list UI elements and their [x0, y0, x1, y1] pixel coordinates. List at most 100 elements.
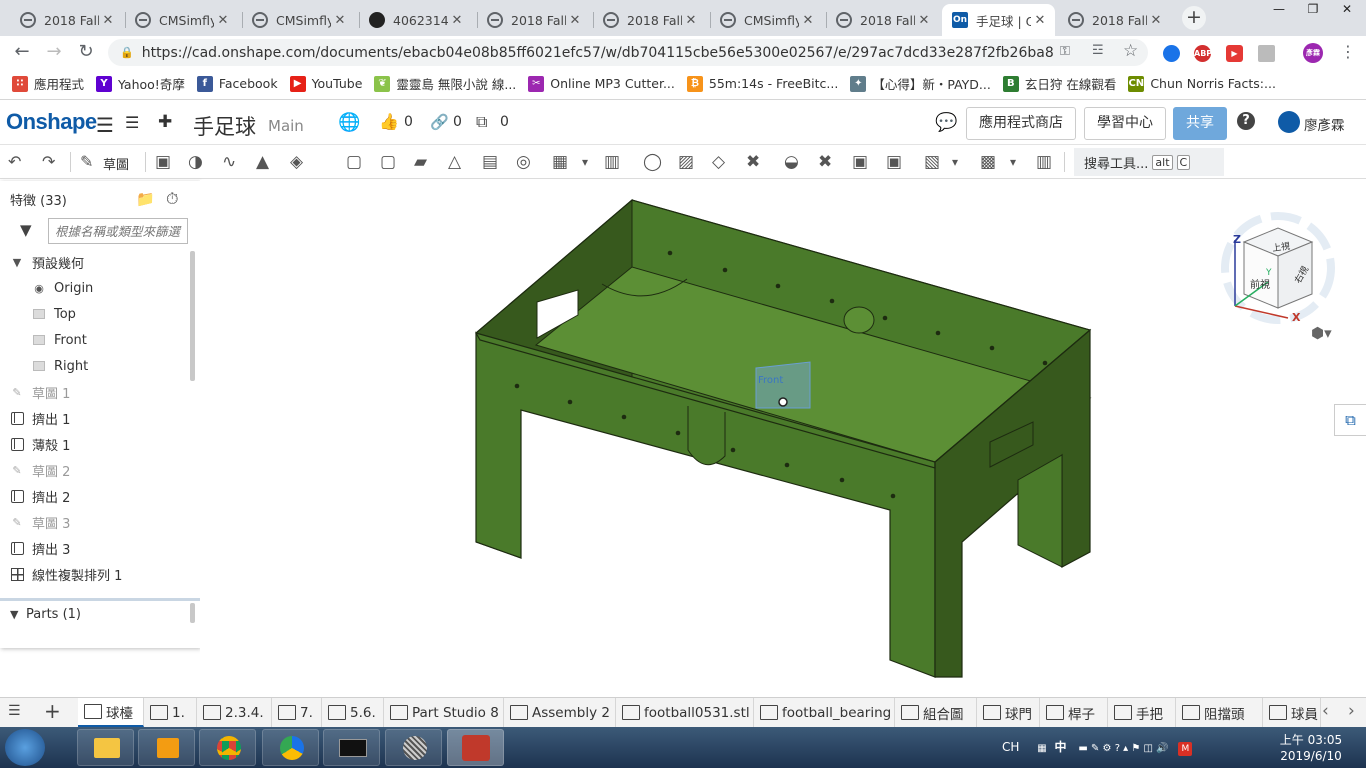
bookmark-item[interactable]: CN Chun Norris Facts:... [1128, 75, 1276, 92]
hamburger-menu-icon[interactable]: ☰ [96, 113, 114, 137]
element-tab[interactable]: 7. [272, 698, 322, 727]
ime-mode[interactable]: 中 [1055, 740, 1067, 754]
view-options-icon[interactable]: ⬢▾ [1311, 324, 1332, 344]
chamfer-tool-icon[interactable]: ▢ [380, 152, 400, 172]
learning-center-button[interactable]: 學習中心 [1084, 107, 1166, 140]
command-prompt-icon[interactable] [323, 729, 380, 766]
browser-tab[interactable]: 2018 Fall ✕ [477, 4, 590, 36]
scroll-right-icon[interactable]: › [1348, 701, 1355, 721]
feature-filter-input[interactable] [48, 218, 188, 244]
user-avatar[interactable] [1278, 111, 1300, 133]
like-icon[interactable]: 👍 [379, 112, 399, 131]
fillet-tool-icon[interactable]: ▢ [346, 152, 366, 172]
close-tab-icon[interactable]: ✕ [1031, 13, 1049, 28]
media-player-icon[interactable] [138, 729, 195, 766]
translate-icon[interactable]: ☲ [1092, 43, 1104, 58]
user-name[interactable]: 廖彥霖 [1304, 114, 1345, 134]
boolean-tool-icon[interactable]: ◯ [643, 152, 663, 172]
default-geometry-group[interactable]: ▼ 預設幾何 [0, 249, 190, 275]
appearance-panel-icon[interactable]: ⧉ [1334, 404, 1366, 436]
bookmark-item[interactable]: B 玄日狩 在線觀看 [1002, 74, 1116, 93]
file-explorer-icon[interactable] [77, 729, 134, 766]
element-tab[interactable]: 手把 [1108, 698, 1176, 727]
element-tab[interactable]: 2.3.4. [197, 698, 272, 727]
chrome-icon[interactable] [199, 729, 256, 766]
chevron-down-icon[interactable]: ▼ [10, 608, 18, 621]
feature-tree-item[interactable]: 擠出 2 [0, 483, 190, 509]
bookmark-item[interactable]: Y Yahoo!奇摩 [96, 74, 185, 93]
shell-tool-icon[interactable]: ▤ [482, 152, 502, 172]
rib-tool-icon[interactable]: △ [448, 152, 468, 172]
close-tab-icon[interactable]: ✕ [331, 13, 349, 28]
element-tab[interactable]: 球檯 [78, 698, 144, 727]
insert-icon[interactable]: ✚ [158, 112, 172, 132]
element-tab[interactable]: 球門 [977, 698, 1040, 727]
close-tab-icon[interactable]: ✕ [448, 13, 466, 28]
browser-tab[interactable]: 2018 Fall ✕ [1058, 4, 1171, 36]
feature-tree-item[interactable]: 薄殼 1 [0, 431, 190, 457]
element-tab[interactable]: Assembly 2 [504, 698, 616, 727]
close-tab-icon[interactable]: ✕ [682, 13, 700, 28]
bookmark-star-icon[interactable]: ☆ [1123, 41, 1138, 61]
revolve-tool-icon[interactable]: ◑ [188, 152, 208, 172]
frame-tool-icon[interactable]: ▥ [1036, 152, 1056, 172]
rollback-timer-icon[interactable]: ⏱ [166, 189, 178, 209]
document-title[interactable]: 手足球 [193, 111, 256, 141]
transform-tool-icon[interactable]: ◇ [712, 152, 732, 172]
redo-icon[interactable]: ↷ [42, 152, 62, 172]
language-indicator[interactable]: CH ▦ 中 ▬ ✎ ⚙ ? ▴ ⚑ ◫ 🔊 M [1002, 738, 1193, 756]
bookmark-item[interactable]: ✦ 【心得】新・PAYD... [850, 74, 991, 93]
bookmark-item[interactable]: f Facebook [196, 75, 278, 92]
sheet-metal-tool-icon[interactable]: ▩ [980, 152, 1000, 172]
close-tab-icon[interactable]: ✕ [1147, 13, 1165, 28]
profile-avatar[interactable]: 彥霖 [1303, 43, 1323, 63]
share-button[interactable]: 共享 [1173, 107, 1227, 140]
thicken-tool-icon[interactable]: ◈ [290, 152, 310, 172]
feature-list-icon[interactable]: ☰ [125, 113, 139, 132]
close-window-button[interactable]: ✕ [1330, 0, 1364, 20]
extrude-tool-icon[interactable]: ▣ [155, 152, 175, 172]
ball-return-cup[interactable] [687, 406, 726, 466]
feature-tree-item[interactable]: 擠出 3 [0, 535, 190, 561]
filter-icon[interactable]: ▼ [20, 221, 32, 239]
chevron-down-icon[interactable]: ▾ [1010, 152, 1030, 172]
origin-marker[interactable] [778, 397, 788, 407]
view-cube-top[interactable]: 上視 [1271, 239, 1291, 254]
ball-return-cup[interactable] [843, 306, 875, 334]
bookmark-item[interactable]: ₿ 55m:14s - FreeBitc... [686, 75, 838, 92]
back-icon[interactable]: ← [10, 40, 34, 64]
parts-list-header[interactable]: ▼ Parts (1) [0, 598, 200, 628]
chevron-down-icon[interactable]: ▾ [582, 152, 602, 172]
draft-tool-icon[interactable]: ▰ [414, 152, 434, 172]
bookmark-item[interactable]: ∷ 應用程式 [12, 74, 84, 93]
element-tab[interactable]: 5.6. [322, 698, 384, 727]
chevron-down-icon[interactable]: ▼ [10, 255, 24, 269]
reload-icon[interactable]: ↻ [74, 40, 98, 64]
restore-button[interactable]: ❐ [1296, 0, 1330, 20]
pen-app-icon[interactable] [447, 729, 504, 766]
delete-part-tool-icon[interactable]: ✖ [746, 152, 766, 172]
sweep-tool-icon[interactable]: ∿ [222, 152, 242, 172]
globe-icon[interactable]: 🌐 [338, 112, 360, 133]
feature-tree-scrollbar[interactable] [190, 251, 195, 381]
undo-icon[interactable]: ↶ [8, 152, 28, 172]
element-tab[interactable]: football0531.stl [616, 698, 754, 727]
chevron-down-icon[interactable]: ▾ [952, 152, 972, 172]
app-store-button[interactable]: 應用程式商店 [966, 107, 1076, 140]
minimize-button[interactable]: — [1262, 0, 1296, 20]
browser-tab[interactable]: 2018 Fall ✕ [593, 4, 706, 36]
offset-surface-tool-icon[interactable]: ▧ [924, 152, 944, 172]
close-tab-icon[interactable]: ✕ [915, 13, 933, 28]
menu-kebab-icon[interactable]: ⋮ [1340, 42, 1356, 61]
element-tab[interactable]: 球員 [1263, 698, 1321, 727]
feature-tree-item[interactable]: ✎ 草圖 3 [0, 509, 190, 535]
chrome-canary-icon[interactable] [262, 729, 319, 766]
element-tab[interactable]: 阻擋頭 [1176, 698, 1263, 727]
close-tab-icon[interactable]: ✕ [566, 13, 584, 28]
add-element-button[interactable]: + [44, 699, 61, 723]
browser-tab[interactable]: 2018 Fall ✕ [10, 4, 123, 36]
close-tab-icon[interactable]: ✕ [214, 13, 232, 28]
loft-tool-icon[interactable]: ▲ [256, 152, 276, 172]
element-tab[interactable]: 1. [144, 698, 197, 727]
split-tool-icon[interactable]: ▨ [678, 152, 698, 172]
